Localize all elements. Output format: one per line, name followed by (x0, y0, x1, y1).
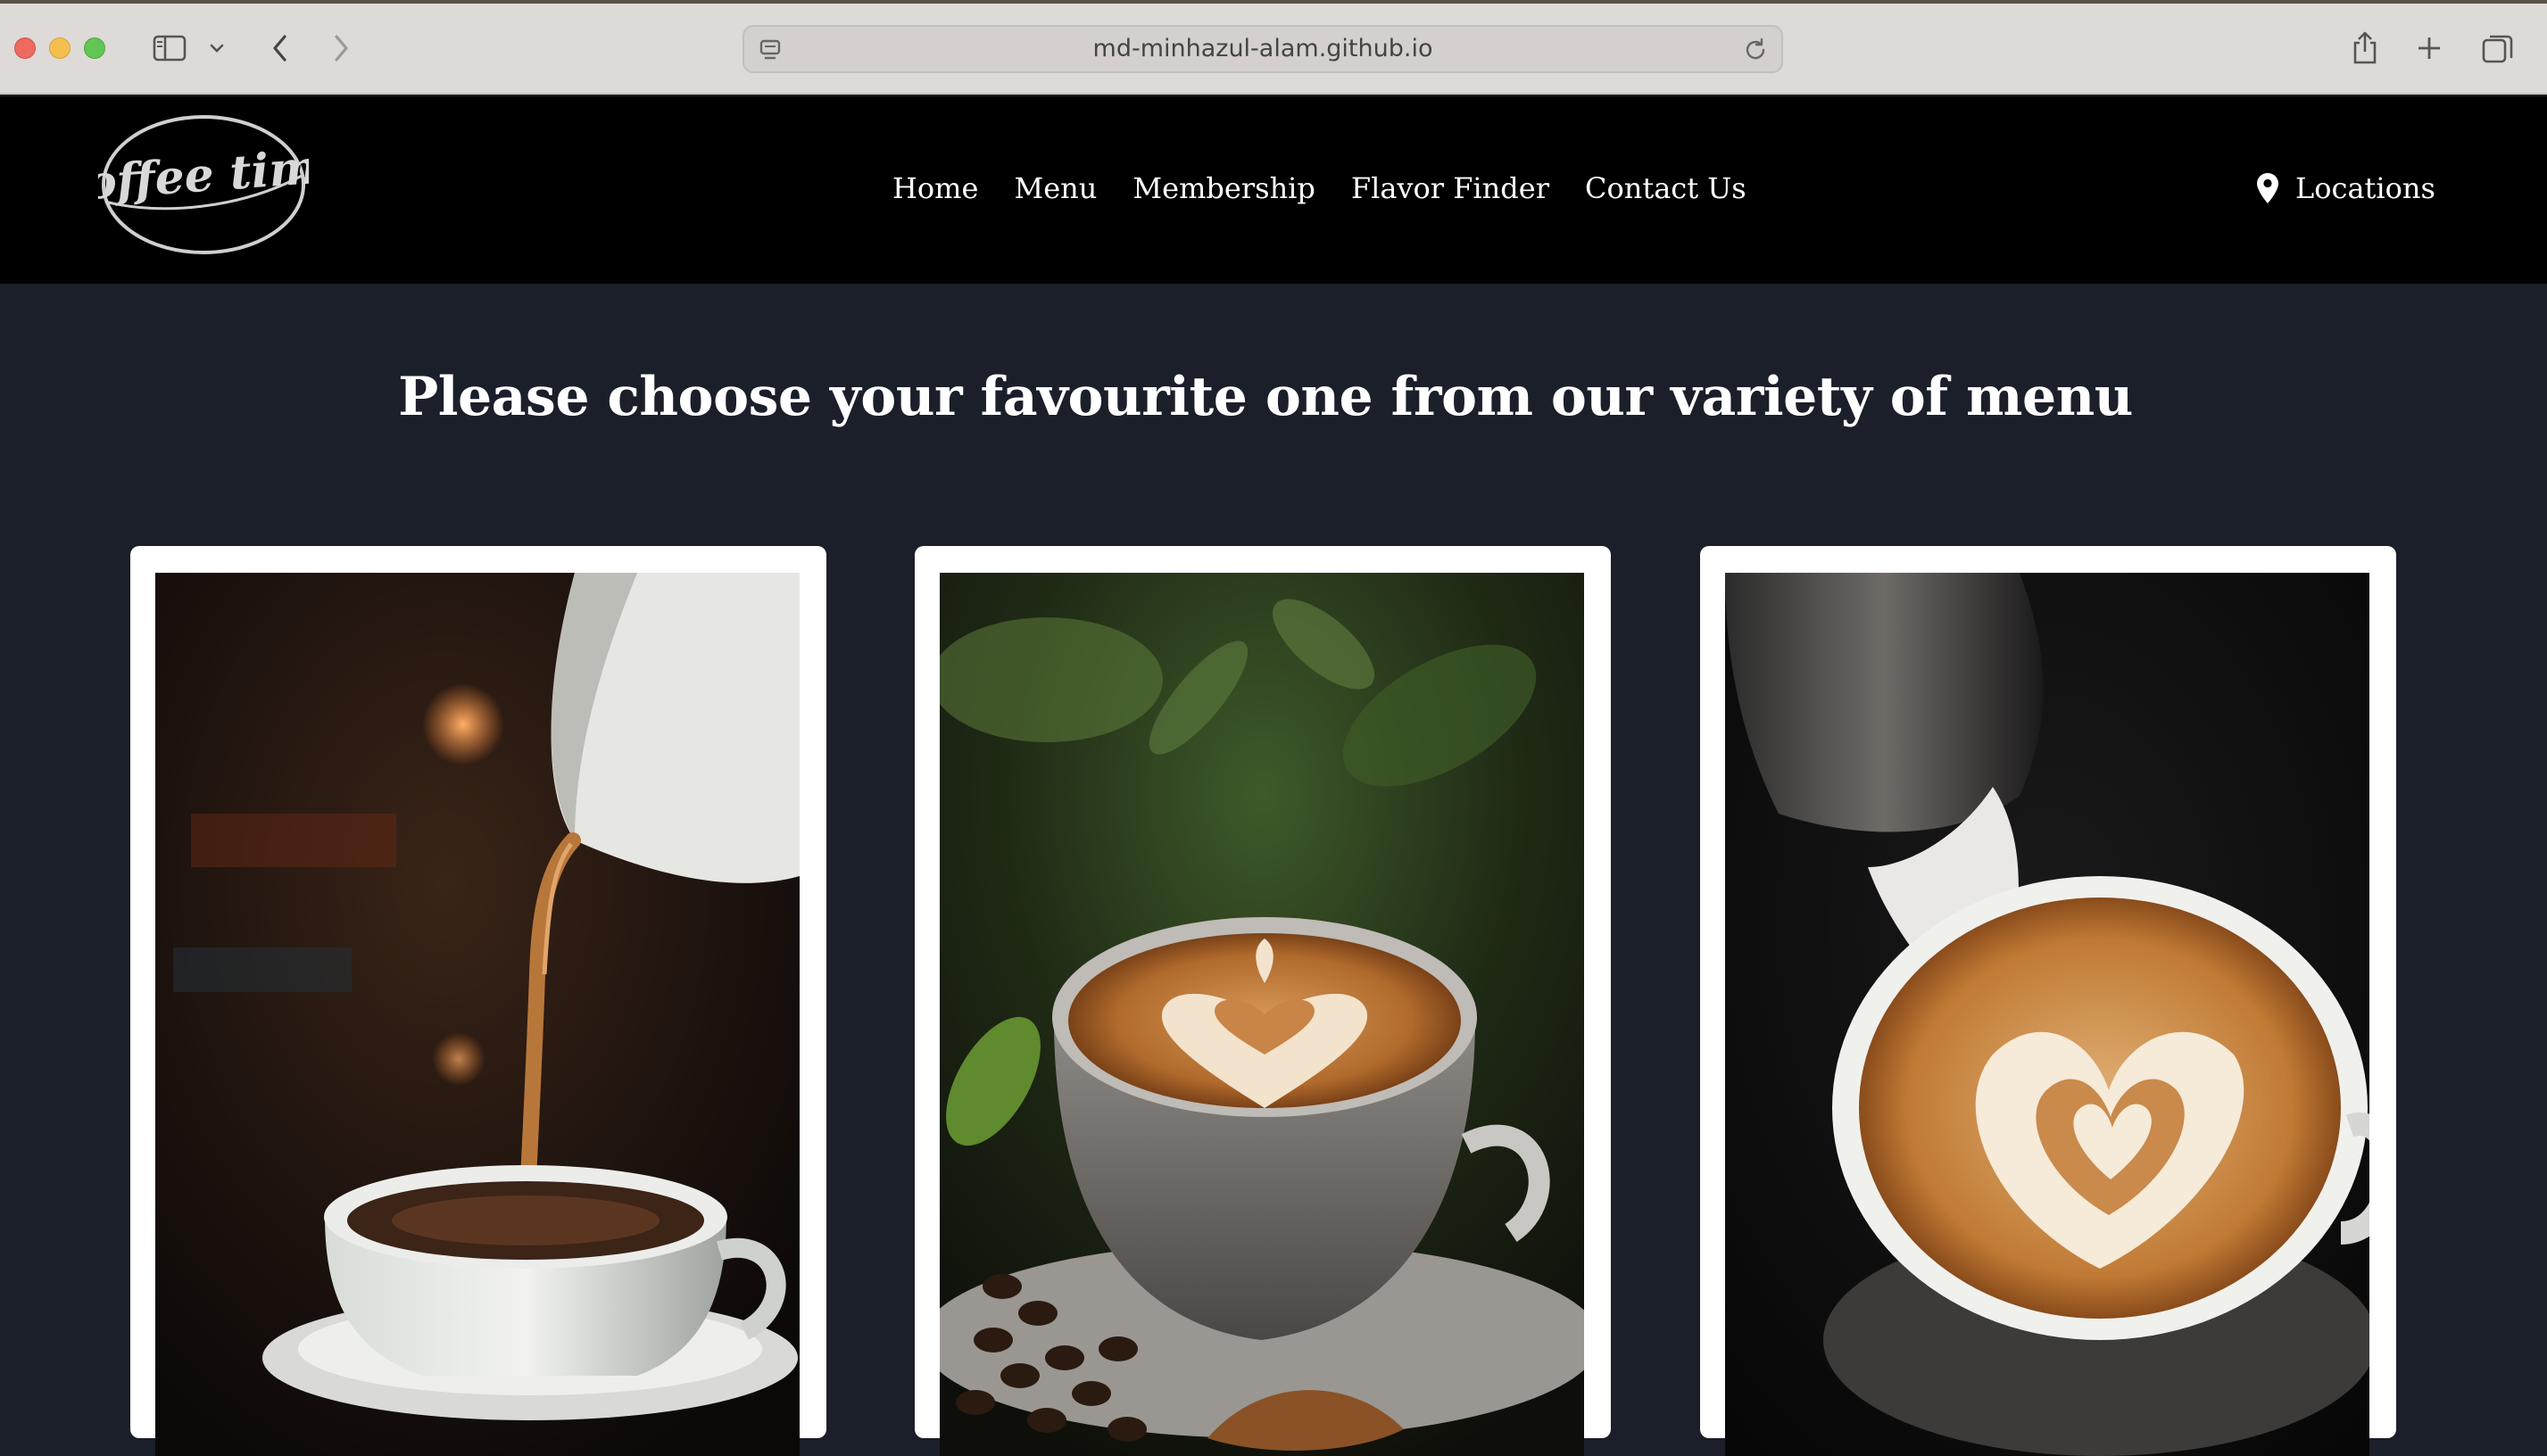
sidebar-toggle-icon[interactable] (150, 27, 189, 70)
coffee-pour-photo (155, 573, 800, 1456)
main-nav: Home Menu Membership Flavor Finder Conta… (892, 171, 1782, 205)
menu-card[interactable] (130, 546, 826, 1456)
latte-art-photo (940, 573, 1584, 1456)
share-icon[interactable] (2345, 27, 2385, 70)
nav-link-home[interactable]: Home (892, 171, 978, 205)
nav-link-contact-us[interactable]: Contact Us (1585, 171, 1746, 205)
tab-overview-icon[interactable] (2477, 27, 2518, 70)
reload-icon[interactable] (1742, 37, 1769, 63)
close-window-button[interactable] (14, 37, 36, 59)
svg-text:coffee time: coffee time (98, 138, 309, 213)
address-bar[interactable]: md-minhazul-alam.github.io (743, 25, 1783, 73)
locations-label: Locations (2295, 171, 2435, 205)
chevron-down-icon[interactable] (203, 27, 230, 70)
nav-link-menu[interactable]: Menu (1014, 171, 1097, 205)
minimize-window-button[interactable] (49, 37, 71, 59)
menu-section: Please choose your favourite one from ou… (0, 284, 2547, 1456)
url-text[interactable]: md-minhazul-alam.github.io (744, 27, 1781, 71)
new-tab-plus-icon[interactable] (2410, 27, 2449, 70)
page-title: Please choose your favourite one from ou… (398, 366, 2133, 428)
locations-link[interactable]: Locations (2256, 171, 2435, 205)
menu-card[interactable] (1700, 546, 2396, 1456)
zoom-window-button[interactable] (84, 37, 105, 59)
milk-pour-latte-photo (1725, 573, 2369, 1456)
nav-link-flavor-finder[interactable]: Flavor Finder (1351, 171, 1549, 205)
back-arrow-icon[interactable] (262, 27, 298, 70)
menu-card[interactable] (915, 546, 1611, 1456)
forward-arrow-icon[interactable] (323, 27, 359, 70)
window-top-edge (0, 0, 2547, 4)
coffee-time-logo[interactable]: coffee time (55, 109, 349, 261)
location-pin-icon (2257, 173, 2278, 203)
browser-toolbar: md-minhazul-alam.github.io (0, 0, 2547, 95)
site-header: coffee time Home Menu Membership Flavor … (0, 96, 2547, 284)
nav-link-membership[interactable]: Membership (1132, 171, 1315, 205)
